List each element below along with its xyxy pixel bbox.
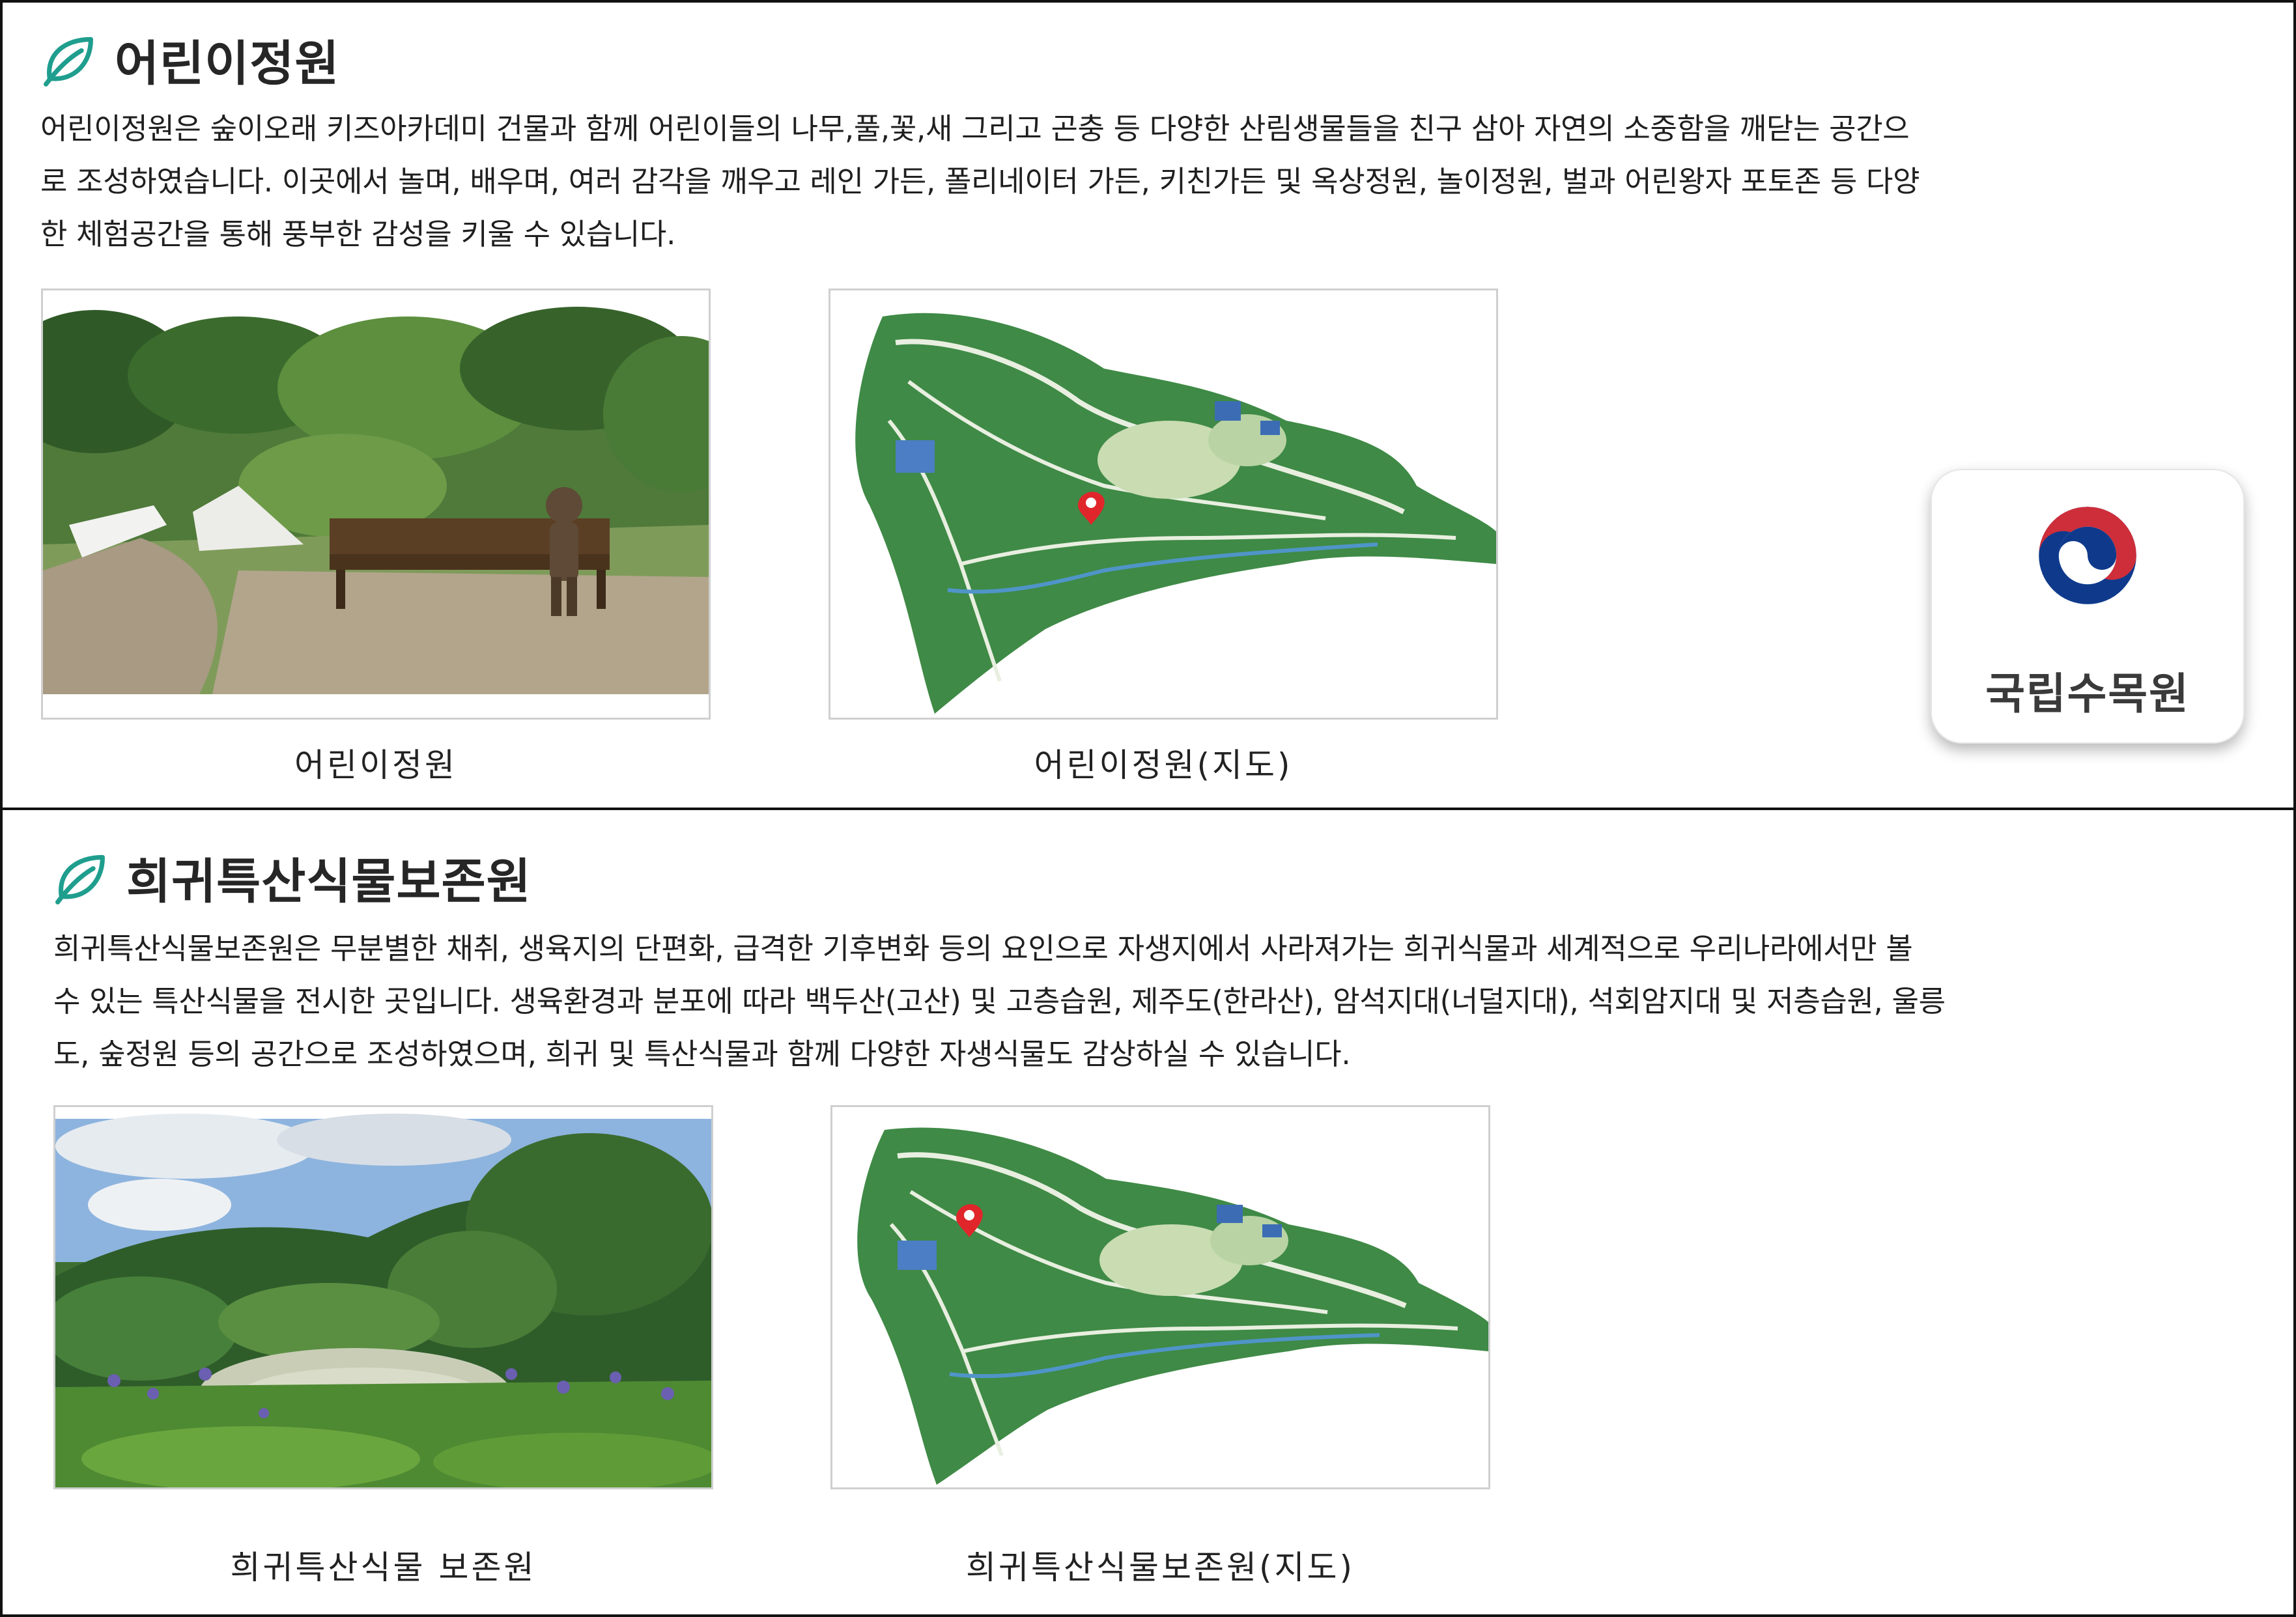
leaf-icon — [55, 854, 105, 905]
section-rare-plants-garden: 희귀특산식물보존원 희귀특산식물보존원은 무분별한 채취, 생육지의 단편화, … — [0, 810, 2296, 1617]
description-line: 어린이정원은 숲이오래 키즈아카데미 건물과 함께 어린이들의 나무,풀,꽃,새… — [40, 111, 1910, 146]
description-line: 한 체험공간을 통해 풍부한 감성을 키울 수 있습니다. — [40, 217, 676, 251]
photo-caption: 어린이정원 — [294, 746, 457, 784]
section-title: 희귀특산식물보존원 — [126, 854, 531, 910]
garden-map — [829, 288, 1498, 720]
leaf-icon — [44, 36, 93, 87]
description-line: 도, 숲정원 등의 공간으로 조성하였으며, 희귀 및 특산식물과 함께 다양한… — [53, 1037, 1351, 1071]
map-caption: 어린이정원(지도) — [1034, 746, 1293, 784]
garden-map-image — [830, 290, 1496, 718]
description-line: 희귀특산식물보존원은 무분별한 채취, 생육지의 단편화, 급격한 기후변화 등… — [53, 931, 1913, 966]
rare-garden-map — [830, 1105, 1490, 1489]
description-line: 로 조성하였습니다. 이곳에서 놀며, 배우며, 여러 감각을 깨우고 레인 가… — [40, 164, 1920, 199]
garden-photo-image — [43, 290, 709, 718]
rare-garden-photo-image — [55, 1107, 711, 1487]
garden-photo — [41, 288, 711, 720]
section-heading: 어린이정원 — [40, 25, 339, 94]
logo-card: 국립수목원 — [1931, 469, 2245, 744]
section-title: 어린이정원 — [115, 36, 340, 92]
section-description: 희귀특산식물보존원은 무분별한 채취, 생육지의 단편화, 급격한 기후변화 등… — [53, 922, 2268, 1080]
description-line: 수 있는 특산식물을 전시한 곳입니다. 생육환경과 분포에 따라 백두산(고산… — [53, 984, 1946, 1019]
photo-caption: 희귀특산식물 보존원 — [230, 1549, 537, 1586]
section-childrens-garden: 어린이정원 어린이정원은 숲이오래 키즈아카데미 건물과 함께 어린이들의 나무… — [0, 0, 2296, 808]
map-caption: 희귀특산식물보존원(지도) — [965, 1549, 1355, 1586]
rare-garden-photo — [53, 1105, 713, 1489]
section-description: 어린이정원은 숲이오래 키즈아카데미 건물과 함께 어린이들의 나무,풀,꽃,새… — [40, 102, 2268, 260]
logo-text: 국립수목원 — [1985, 669, 2190, 719]
taegeuk-icon — [2039, 507, 2136, 604]
section-heading: 희귀특산식물보존원 — [52, 843, 531, 912]
rare-garden-map-image — [832, 1107, 1488, 1487]
